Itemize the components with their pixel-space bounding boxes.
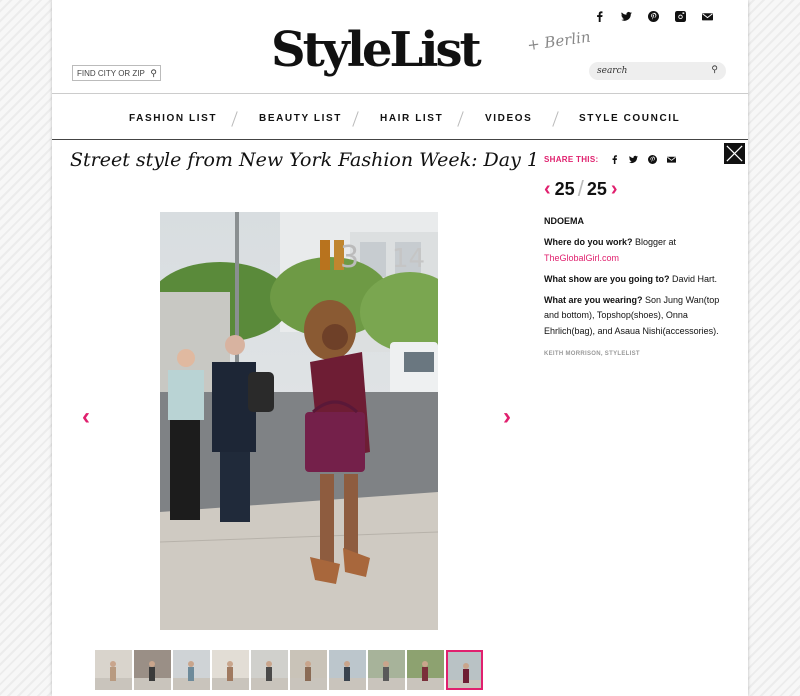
counter-slash: /: [577, 176, 584, 201]
nav-separator: [552, 111, 559, 127]
gallery-thumbnail[interactable]: [407, 650, 444, 690]
gallery-thumbnail[interactable]: [368, 650, 405, 690]
caption-question: Where do you work?: [544, 237, 633, 248]
share-twitter-icon[interactable]: [629, 155, 639, 164]
caption-question: What are you wearing?: [544, 295, 643, 306]
share-bar: SHARE THIS:: [544, 155, 677, 164]
counter-prev-icon[interactable]: ‹: [544, 178, 551, 201]
city-zip-placeholder: FIND CITY OR ZIP: [77, 68, 145, 78]
page: FIND CITY OR ZIP ⚲ StyleList + Berlin se…: [52, 0, 748, 696]
signature-logo: + Berlin: [526, 27, 592, 55]
caption-show: What show are you going to? David Hart.: [544, 272, 734, 287]
caption-question: What show are you going to?: [544, 273, 670, 284]
prev-photo-arrow[interactable]: ‹: [82, 405, 90, 429]
caption-answer: Blogger at: [632, 237, 677, 248]
svg-text:14: 14: [392, 244, 425, 274]
gallery-thumbnail[interactable]: [173, 650, 210, 690]
instagram-icon[interactable]: [673, 9, 687, 23]
pinterest-icon[interactable]: [646, 9, 660, 23]
nav-fashion-list[interactable]: FASHION LIST: [129, 113, 217, 124]
subject-name: NDOEMA: [544, 216, 584, 226]
svg-text:3: 3: [340, 240, 359, 275]
city-zip-search[interactable]: FIND CITY OR ZIP ⚲: [72, 65, 161, 81]
stylelist-logo[interactable]: StyleList: [271, 26, 482, 74]
close-button[interactable]: [724, 143, 745, 164]
nav-style-council[interactable]: STYLE COUNCIL: [579, 113, 680, 124]
counter-current: 25: [554, 178, 575, 199]
photo-credit: KEITH MORRISON, STYLELIST: [544, 351, 640, 358]
gallery-thumbnail[interactable]: [212, 650, 249, 690]
thumbnail-strip: [95, 650, 483, 690]
counter-total: 25: [586, 178, 607, 199]
photo-counter: ‹ 25 / 25 ›: [544, 176, 618, 202]
close-icon: [726, 145, 743, 162]
gallery-thumbnail[interactable]: [446, 650, 483, 690]
social-links: [592, 9, 714, 23]
gallery-thumbnail[interactable]: [290, 650, 327, 690]
gallery-thumbnail[interactable]: [251, 650, 288, 690]
photo-caption: NDOEMA Where do you work? Blogger at The…: [544, 214, 734, 359]
nav-separator: [457, 111, 464, 127]
share-email-icon[interactable]: [667, 155, 677, 164]
share-facebook-icon[interactable]: [610, 155, 619, 164]
site-search-input[interactable]: search ⚲: [589, 62, 726, 80]
article-title: Street style from New York Fashion Week:…: [70, 149, 539, 171]
search-icon[interactable]: ⚲: [150, 68, 157, 79]
nav-separator: [352, 111, 359, 127]
search-icon[interactable]: ⚲: [711, 65, 718, 75]
share-label: SHARE THIS:: [544, 155, 599, 164]
nav-videos[interactable]: VIDEOS: [485, 113, 532, 124]
nav-separator: [231, 111, 238, 127]
gallery-photo: 3 14: [160, 212, 438, 630]
share-pinterest-icon[interactable]: [648, 155, 658, 164]
next-photo-arrow[interactable]: ›: [503, 405, 511, 429]
nav-hair-list[interactable]: HAIR LIST: [380, 113, 443, 124]
facebook-icon[interactable]: [592, 9, 606, 23]
search-placeholder: search: [597, 66, 628, 76]
blog-link[interactable]: TheGlobalGirl.com: [544, 253, 619, 263]
gallery-thumbnail[interactable]: [95, 650, 132, 690]
gallery-thumbnail[interactable]: [134, 650, 171, 690]
nav-beauty-list[interactable]: BEAUTY LIST: [259, 113, 342, 124]
email-icon[interactable]: [700, 9, 714, 23]
gallery-thumbnail[interactable]: [329, 650, 366, 690]
counter-next-icon[interactable]: ›: [611, 178, 618, 201]
caption-work: Where do you work? Blogger at TheGlobalG…: [544, 235, 734, 266]
main-nav: FASHION LIST BEAUTY LIST HAIR LIST VIDEO…: [52, 93, 748, 140]
twitter-icon[interactable]: [619, 9, 633, 23]
caption-wearing: What are you wearing? Son Jung Wan(top a…: [544, 293, 734, 339]
caption-answer: David Hart.: [669, 273, 718, 284]
